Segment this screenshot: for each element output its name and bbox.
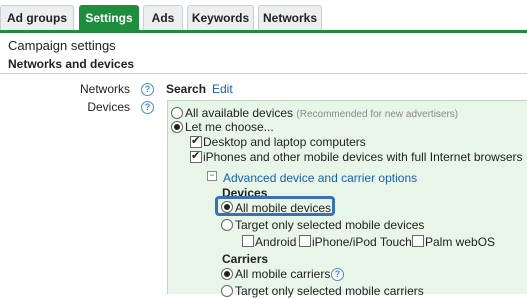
section-heading: Networks and devices [8, 57, 135, 71]
networks-value: Search [166, 82, 207, 96]
tab-ad-groups[interactable]: Ad groups [0, 5, 74, 30]
desktop-label: Desktop and laptop computers [203, 135, 366, 149]
advanced-options-link[interactable]: Advanced device and carrier options [223, 171, 417, 185]
networks-edit-link[interactable]: Edit [212, 82, 233, 96]
all-available-devices-radio[interactable] [171, 107, 183, 119]
target-selected-carriers-label: Target only selected mobile carriers [235, 284, 424, 298]
tab-ads[interactable]: Ads [143, 5, 183, 30]
let-me-choose-label: Let me choose... [185, 120, 274, 134]
all-available-devices-option: All available devices (Recommended for n… [185, 106, 458, 120]
target-selected-devices-label: Target only selected mobile devices [235, 218, 425, 232]
tab-settings[interactable]: Settings [79, 5, 139, 30]
section-divider [0, 73, 527, 74]
target-selected-devices-radio[interactable] [221, 219, 233, 231]
networks-label: Networks [79, 82, 130, 96]
all-available-devices-label: All available devices [185, 106, 294, 120]
all-mobile-devices-radio[interactable] [221, 201, 233, 213]
palm-webos-label: Palm webOS [425, 235, 496, 249]
carriers-help-icon[interactable]: ? [331, 268, 344, 281]
tab-underline [0, 30, 527, 33]
collapse-icon[interactable]: − [207, 171, 217, 181]
tab-keywords[interactable]: Keywords [187, 5, 254, 30]
desktop-checkbox[interactable] [190, 134, 202, 148]
iphone-ipod-checkbox[interactable] [299, 235, 311, 247]
android-checkbox[interactable] [242, 235, 254, 247]
networks-help-icon[interactable]: ? [141, 83, 154, 96]
devices-label: Devices [87, 100, 130, 114]
all-mobile-devices-label: All mobile devices [235, 201, 332, 215]
android-label: Android [255, 235, 297, 249]
page-title: Campaign settings [8, 38, 116, 53]
iphone-ipod-label: iPhone/iPod Touch [312, 235, 412, 249]
devices-help-icon[interactable]: ? [141, 101, 154, 114]
target-selected-carriers-radio[interactable] [221, 285, 233, 297]
iphones-checkbox[interactable] [190, 149, 202, 163]
let-me-choose-radio[interactable] [171, 121, 183, 133]
palm-webos-checkbox[interactable] [412, 235, 424, 247]
carriers-subheading: Carriers [222, 252, 269, 266]
iphones-label: iPhones and other mobile devices with fu… [203, 150, 523, 164]
tab-networks[interactable]: Networks [258, 5, 322, 30]
all-mobile-carriers-radio[interactable] [221, 268, 233, 280]
all-mobile-carriers-label: All mobile carriers [235, 267, 331, 281]
tab-bar: Ad groups Settings Ads Keywords Networks [0, 0, 527, 33]
recommended-hint: (Recommended for new advertisers) [296, 109, 459, 120]
